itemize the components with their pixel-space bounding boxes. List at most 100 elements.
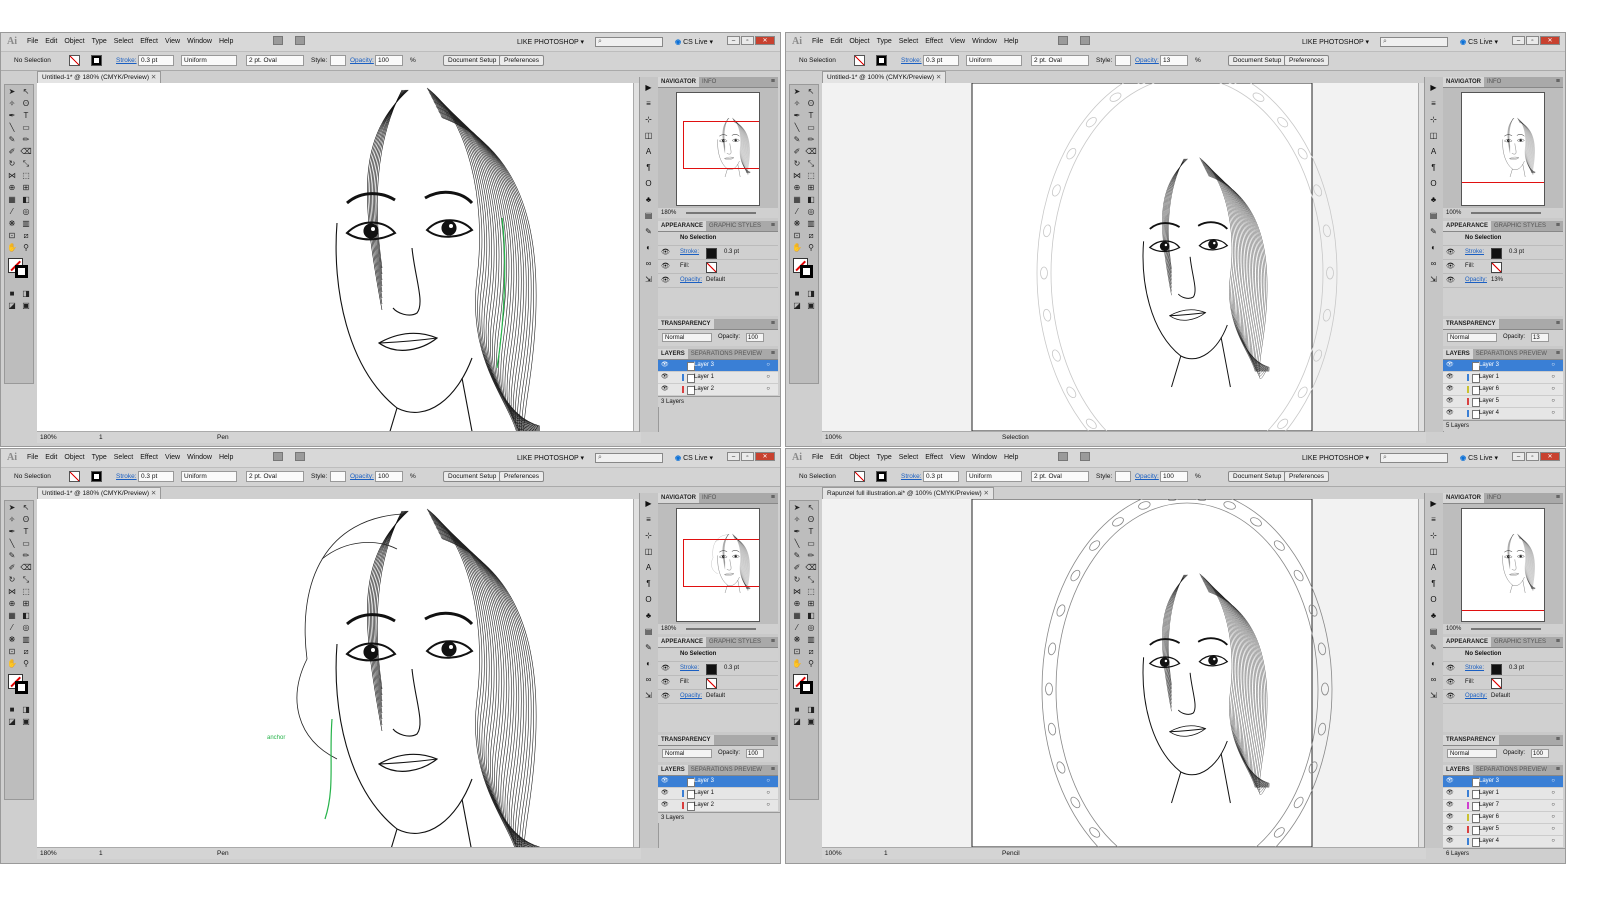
asset-export-icon[interactable]: ⇲ <box>643 274 654 285</box>
layer-name[interactable]: Layer 3 <box>1479 360 1499 371</box>
blend-mode-select[interactable]: Normal <box>662 749 712 758</box>
fill-stroke-indicator[interactable] <box>792 257 816 283</box>
layer-target-icon[interactable]: ○ <box>1551 776 1555 787</box>
layer-row[interactable]: 👁 Layer 1 ○ <box>658 372 778 384</box>
width-tool-icon[interactable]: ⋈ <box>6 586 18 597</box>
symbol-sprayer-tool-icon[interactable]: ❋ <box>791 634 803 645</box>
opacity-label[interactable]: Opacity: <box>1135 57 1159 64</box>
menu-window[interactable]: Window <box>187 454 212 461</box>
navigator-view-rectangle[interactable] <box>683 539 759 587</box>
opacity-label[interactable]: Opacity: <box>350 473 374 480</box>
panel-menu-icon[interactable]: ≡ <box>768 221 778 231</box>
variable-width-profile[interactable]: Uniform <box>966 55 1022 66</box>
free-transform-tool-icon[interactable]: ⬚ <box>20 170 32 181</box>
stroke-color-swatch[interactable] <box>1491 664 1502 675</box>
menu-edit[interactable]: Edit <box>830 454 842 461</box>
character-panel-icon[interactable]: A <box>1428 562 1439 573</box>
help-search-input[interactable]: ⌕ <box>595 453 663 463</box>
panel-menu-icon[interactable]: ≡ <box>1553 77 1563 87</box>
appearance-opacity-row[interactable]: 👁 Opacity: Default <box>658 690 778 704</box>
stroke-indicator[interactable] <box>800 265 813 278</box>
perspective-grid-tool-icon[interactable]: ⊞ <box>20 598 32 609</box>
menu-window[interactable]: Window <box>187 38 212 45</box>
menu-view[interactable]: View <box>950 454 965 461</box>
gradient-mode-icon[interactable]: ◨ <box>20 704 32 715</box>
stroke-swatch[interactable] <box>91 471 102 482</box>
zoom-tool-icon[interactable]: ⚲ <box>805 658 817 669</box>
direct-selection-tool-icon[interactable]: ↖ <box>805 502 817 513</box>
column-graph-tool-icon[interactable]: ▥ <box>20 634 32 645</box>
fill-swatch[interactable] <box>69 471 80 482</box>
appearance-stroke-row[interactable]: 👁 Stroke: 0.3 pt <box>658 662 778 676</box>
workspace-switcher[interactable]: LIKE PHOTOSHOP <box>1302 454 1369 462</box>
layer-target-icon[interactable]: ○ <box>1551 800 1555 811</box>
tab-graphic-styles[interactable]: GRAPHIC STYLES <box>1491 637 1549 647</box>
menu-select[interactable]: Select <box>114 454 133 461</box>
tab-graphic-styles[interactable]: GRAPHIC STYLES <box>706 637 764 647</box>
eyedropper-tool-icon[interactable]: ⁄ <box>6 622 18 633</box>
cs-live-button[interactable]: ◉ CS Live ▾ <box>1460 454 1498 462</box>
links-panel-icon[interactable]: ∞ <box>1428 258 1439 269</box>
menu-object[interactable]: Object <box>849 454 869 461</box>
appearance-fill-row[interactable]: 👁 Fill: <box>658 676 778 690</box>
panel-menu-icon[interactable]: ≡ <box>768 765 778 775</box>
play-icon[interactable]: ▶ <box>643 498 654 509</box>
opentype-panel-icon[interactable]: O <box>1428 178 1439 189</box>
navigator-zoom-value[interactable]: 180% <box>661 626 676 632</box>
tab-layers[interactable]: LAYERS <box>1443 349 1473 359</box>
current-tool[interactable]: Pencil <box>1002 850 1020 857</box>
slice-tool-icon[interactable]: ⧄ <box>805 230 817 241</box>
color-panel-icon[interactable]: ◐ <box>1428 658 1439 669</box>
color-mode-icon[interactable]: ■ <box>6 288 18 299</box>
line-tool-icon[interactable]: ╲ <box>791 122 803 133</box>
lasso-tool-icon[interactable]: ʘ <box>805 514 817 525</box>
shape-builder-tool-icon[interactable]: ⊕ <box>791 182 803 193</box>
gradient-tool-icon[interactable]: ◧ <box>805 610 817 621</box>
perspective-grid-tool-icon[interactable]: ⊞ <box>20 182 32 193</box>
visibility-eye-icon[interactable]: 👁 <box>661 662 670 675</box>
type-tool-icon[interactable]: T <box>805 110 817 121</box>
layer-visibility-eye-icon[interactable]: 👁 <box>1446 824 1454 835</box>
menu-window[interactable]: Window <box>972 38 997 45</box>
color-panel-icon[interactable]: ◐ <box>643 658 654 669</box>
blend-tool-icon[interactable]: ◎ <box>805 206 817 217</box>
navigator-view-rectangle[interactable] <box>683 121 759 169</box>
tab-navigator[interactable]: NAVIGATOR <box>658 493 700 503</box>
zoom-tool-icon[interactable]: ⚲ <box>20 658 32 669</box>
preferences-button[interactable]: Preferences <box>499 55 545 66</box>
menu-file[interactable]: File <box>27 454 38 461</box>
stroke-indicator[interactable] <box>15 681 28 694</box>
menu-type[interactable]: Type <box>92 454 107 461</box>
pen-tool-icon[interactable]: ✒ <box>6 526 18 537</box>
asset-export-icon[interactable]: ⇲ <box>643 690 654 701</box>
eraser-tool-icon[interactable]: ⌫ <box>20 146 32 157</box>
play-icon[interactable]: ▶ <box>1428 498 1439 509</box>
layer-target-icon[interactable]: ○ <box>766 800 770 811</box>
width-tool-icon[interactable]: ⋈ <box>791 586 803 597</box>
rotate-tool-icon[interactable]: ↻ <box>791 158 803 169</box>
fill-swatch[interactable] <box>854 471 865 482</box>
minimize-button[interactable]: – <box>727 452 740 461</box>
lasso-tool-icon[interactable]: ʘ <box>20 98 32 109</box>
panel-menu-icon[interactable]: ≡ <box>1553 493 1563 503</box>
opentype-panel-icon[interactable]: O <box>643 178 654 189</box>
opacity-label[interactable]: Opacity: <box>1135 473 1159 480</box>
layer-target-icon[interactable]: ○ <box>766 372 770 383</box>
transform-panel-icon[interactable]: ⊹ <box>1428 114 1439 125</box>
minimize-button[interactable]: – <box>1512 36 1525 45</box>
opacity-field[interactable]: 100 <box>1160 471 1188 482</box>
asset-export-icon[interactable]: ⇲ <box>1428 690 1439 701</box>
graphic-style-picker[interactable] <box>1115 471 1131 482</box>
layer-visibility-eye-icon[interactable]: 👁 <box>1446 384 1454 395</box>
layer-target-icon[interactable]: ○ <box>1551 788 1555 799</box>
selection-tool-icon[interactable]: ➤ <box>791 86 803 97</box>
character-panel-icon[interactable]: A <box>643 146 654 157</box>
draw-mode-icon[interactable]: ◪ <box>6 300 18 311</box>
cs-live-button[interactable]: ◉ CS Live ▾ <box>1460 38 1498 46</box>
restore-button[interactable]: ▫ <box>741 452 754 461</box>
panel-menu-icon[interactable]: ≡ <box>768 637 778 647</box>
appearance-fill-row[interactable]: 👁 Fill: <box>1443 676 1563 690</box>
navigator-zoom-value[interactable]: 100% <box>1446 210 1461 216</box>
current-tool[interactable]: Selection <box>1002 434 1029 441</box>
transparency-opacity-field[interactable]: 100 <box>1531 749 1549 758</box>
